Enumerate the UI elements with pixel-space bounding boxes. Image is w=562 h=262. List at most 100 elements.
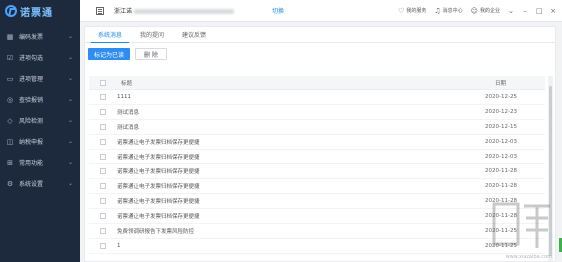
risk-icon: ◇ — [7, 116, 13, 125]
message-title[interactable]: 测试消息 — [117, 108, 485, 116]
verify-icon: ◎ — [6, 95, 14, 104]
table-row[interactable]: 诺票通让电子发票归档保存更便捷 2020-11-28 — [89, 194, 545, 210]
chevron-down-icon: ⌄ — [67, 75, 73, 82]
chevron-down-icon: ⌄ — [67, 54, 73, 61]
sidebar-item-verification[interactable]: ◎ 查验报销 ⌄ — [0, 89, 80, 110]
message-center-button[interactable]: ♫ 消息中心 — [434, 7, 462, 15]
message-title[interactable]: 免费领调研报告下发票风险防控 — [117, 227, 485, 235]
message-date: 2020-11-28 — [485, 198, 517, 205]
message-title[interactable]: 测试消息 — [117, 123, 485, 131]
switch-company-link[interactable]: 切换 — [272, 6, 284, 15]
message-title[interactable]: 诺票通让电子发票归档保存更便捷 — [117, 167, 485, 175]
gear-icon: ⚙ — [6, 179, 14, 188]
table-row[interactable]: 免费领调研报告下发票风险防控 2020-11-25 — [89, 224, 545, 239]
tab-my-questions[interactable]: 我的提问 — [133, 30, 171, 42]
table-row[interactable]: 诺票通让电子发票归档保存更便捷 2020-11-28 — [89, 179, 545, 195]
logo-icon — [5, 5, 17, 17]
message-date: 2020-11-28 — [485, 168, 517, 175]
table-scrollbar[interactable] — [548, 76, 553, 261]
row-checkbox[interactable] — [100, 108, 106, 115]
sidebar-nav: ▦ 编码发票 ⌄ ☑ 进项勾选 ⌄ ▭ 进项管理 ⌄ ◎ 查验报销 ⌄ ◇ 风险… — [0, 26, 80, 194]
app-logo: 诺票通 — [0, 0, 80, 22]
sidebar-item-label: 纳税申报 — [19, 139, 44, 146]
select-all-checkbox[interactable] — [100, 79, 106, 86]
message-table: 标题 日期 1111 2020-12-25 测试消息 2020-12-23 测试… — [89, 76, 545, 254]
message-date: 2020-11-25 — [485, 227, 517, 234]
sidebar-item-system-settings[interactable]: ⚙ 系统设置 ⌄ — [0, 173, 80, 194]
my-service-label: 我的服务 — [406, 8, 427, 14]
mark-read-button[interactable]: 标记为已读 — [88, 48, 131, 60]
sidebar-item-risk-detection[interactable]: ◇ 风险检测 ⌄ — [0, 110, 80, 131]
sidebar-item-common-functions[interactable]: ⊞ 常用功能 ⌄ — [0, 152, 80, 173]
chevron-down-icon: ⌄ — [67, 33, 73, 40]
message-date: 2020-12-23 — [485, 108, 517, 115]
chevron-down-icon: ⌄ — [67, 138, 73, 145]
message-title[interactable]: 诺票通让电子发票归档保存更便捷 — [117, 197, 485, 205]
company-name-text: 浙江诺 — [114, 8, 133, 15]
my-enterprise-label: 我的企业 — [479, 8, 500, 14]
table-row[interactable]: 诺票通让电子发票归档保存更便捷 2020-11-28 — [89, 164, 545, 180]
sidebar-item-label: 常用功能 — [19, 160, 44, 167]
table-row[interactable]: 诺票通让电子发票归档保存更便捷 2020-12-03 — [89, 135, 545, 150]
table-row[interactable]: 测试消息 2020-12-15 — [89, 120, 545, 135]
sidebar-item-invoice-coding[interactable]: ▦ 编码发票 ⌄ — [0, 26, 80, 47]
sidebar-item-label: 进项勾选 — [19, 55, 44, 62]
message-date: 2020-11-28 — [485, 213, 517, 220]
sidebar: 诺票通 ▦ 编码发票 ⌄ ☑ 进项勾选 ⌄ ▭ 进项管理 ⌄ ◎ 查验报销 ⌄ … — [0, 0, 80, 262]
chevron-down-icon: ⌄ — [67, 117, 73, 124]
message-title[interactable]: 1111 — [117, 94, 485, 100]
tab-system-messages[interactable]: 系统消息 — [91, 30, 130, 43]
message-tabs: 系统消息 我的提问 建议反馈 — [85, 27, 555, 43]
message-title[interactable]: 诺票通让电子发票归档保存更便捷 — [117, 138, 485, 146]
row-checkbox[interactable] — [100, 227, 106, 234]
barcode-icon: ▦ — [6, 32, 14, 41]
table-row[interactable]: 测试消息 2020-12-23 — [89, 105, 545, 120]
watermark-url: www.xiazaiba.com — [505, 254, 552, 260]
table-row[interactable]: 1111 2020-12-25 — [89, 90, 545, 105]
sidebar-item-input-selection[interactable]: ☑ 进项勾选 ⌄ — [0, 47, 80, 68]
row-checkbox[interactable] — [100, 153, 106, 160]
company-name-redacted — [134, 9, 235, 14]
company-icon — [96, 6, 104, 15]
delete-button[interactable]: 删 除 — [135, 48, 167, 60]
row-checkbox[interactable] — [100, 93, 106, 100]
message-date: 2020-12-03 — [485, 153, 517, 160]
chevron-down-icon: ⌄ — [67, 180, 73, 187]
message-date: 2020-12-03 — [485, 138, 517, 145]
close-icon[interactable]: × — [550, 7, 556, 15]
row-checkbox[interactable] — [100, 168, 106, 175]
row-checkbox[interactable] — [100, 242, 106, 249]
sidebar-item-label: 编码发票 — [19, 34, 44, 41]
row-checkbox[interactable] — [100, 213, 106, 220]
sidebar-item-input-management[interactable]: ▭ 进项管理 ⌄ — [0, 68, 80, 89]
row-checkbox[interactable] — [100, 198, 106, 205]
message-date: 2020-12-15 — [485, 123, 517, 130]
user-icon: ☺ — [470, 6, 478, 15]
message-title[interactable]: 诺票通让电子发票归档保存更便捷 — [117, 153, 485, 161]
more-icon[interactable]: ⌄ — [508, 7, 514, 15]
tab-suggestions[interactable]: 建议反馈 — [175, 30, 213, 42]
table-row[interactable]: 诺票通让电子发票归档保存更便捷 2020-12-03 — [89, 150, 545, 165]
company-name: 浙江诺 — [114, 6, 235, 15]
message-title[interactable]: 1 — [117, 243, 485, 249]
app-name: 诺票通 — [20, 7, 53, 19]
tax-icon: ◫ — [6, 137, 14, 146]
message-date: 2020-12-25 — [485, 93, 517, 100]
sidebar-item-label: 风险检测 — [19, 118, 44, 125]
message-title[interactable]: 诺票通让电子发票归档保存更便捷 — [117, 212, 485, 220]
my-enterprise-button[interactable]: ☺ 我的企业 — [471, 7, 500, 15]
table-row[interactable]: 诺票通让电子发票归档保存更便捷 2020-11-28 — [89, 209, 545, 225]
minimize-icon[interactable]: – — [522, 7, 528, 15]
column-header-date: 日期 — [495, 80, 507, 87]
my-service-button[interactable]: ♡ 我的服务 — [398, 7, 426, 15]
row-checkbox[interactable] — [100, 183, 106, 190]
scrollbar-thumb[interactable] — [549, 86, 552, 256]
row-checkbox[interactable] — [100, 138, 106, 145]
table-row[interactable]: 1 2020-11-25 — [89, 239, 545, 254]
column-header-title: 标题 — [121, 80, 133, 87]
row-checkbox[interactable] — [100, 123, 106, 130]
message-date: 2020-11-25 — [485, 242, 517, 249]
message-title[interactable]: 诺票通让电子发票归档保存更便捷 — [117, 182, 485, 190]
maximize-icon[interactable]: □ — [536, 7, 543, 15]
sidebar-item-tax-filing[interactable]: ◫ 纳税申报 ⌄ — [0, 131, 80, 152]
